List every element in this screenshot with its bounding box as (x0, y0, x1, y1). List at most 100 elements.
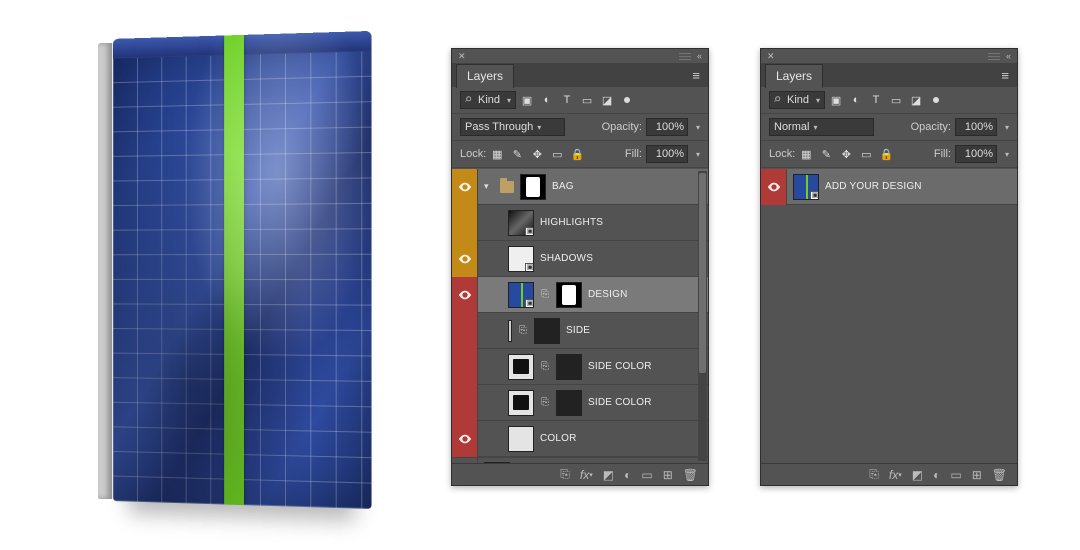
close-icon[interactable]: ✕ (767, 51, 775, 62)
scrollbar-thumb[interactable] (699, 173, 706, 373)
layer-color[interactable]: COLOR (452, 421, 708, 457)
panel-menu-icon[interactable]: ≡ (688, 66, 704, 85)
layer-effects-icon[interactable]: fx▾ (580, 468, 593, 482)
blend-mode-select[interactable]: Pass Through ▾ (460, 118, 565, 136)
visibility-toggle[interactable] (452, 277, 478, 313)
layer-thumbnail[interactable] (508, 354, 534, 380)
filter-type-icon[interactable]: T (560, 93, 574, 107)
panel-grip[interactable] (679, 52, 691, 60)
filter-adjustment-icon[interactable]: ◐ (540, 93, 554, 107)
lock-paint-icon[interactable]: ✎ (510, 147, 524, 161)
layer-side-color-1[interactable]: ⎘ SIDE COLOR (452, 349, 708, 385)
visibility-toggle[interactable] (452, 241, 478, 277)
layer-bag[interactable]: ▾ BAG (452, 169, 708, 205)
layer-side-color-2[interactable]: ⎘ SIDE COLOR (452, 385, 708, 421)
lock-position-icon[interactable]: ✥ (839, 147, 853, 161)
scrollbar[interactable] (698, 171, 707, 461)
blend-row: Normal ▾ Opacity: 100% ▾ (761, 114, 1017, 141)
lock-all-icon[interactable]: 🔒 (879, 147, 893, 161)
layer-side[interactable]: ⎘ SIDE (452, 313, 708, 349)
layer-thumbnail[interactable]: ▣ (508, 210, 534, 236)
fill-field[interactable]: 100% (955, 145, 997, 163)
layer-add-your-design[interactable]: ▣ ADD YOUR DESIGN (761, 169, 1017, 205)
mask-thumbnail[interactable] (556, 354, 582, 380)
kind-filter[interactable]: Kind ▾ (769, 91, 825, 109)
filter-shape-icon[interactable]: ▭ (580, 93, 594, 107)
visibility-toggle[interactable] (452, 169, 478, 205)
layer-effects-icon[interactable]: fx▾ (889, 468, 902, 482)
lock-transparency-icon[interactable]: ▦ (490, 147, 504, 161)
mask-thumbnail[interactable] (556, 282, 582, 308)
layer-thumbnail[interactable] (508, 426, 534, 452)
mask-thumbnail[interactable] (520, 174, 546, 200)
chevron-down-icon[interactable]: ▾ (696, 150, 700, 159)
lock-transparency-icon[interactable]: ▦ (799, 147, 813, 161)
filter-smart-icon[interactable]: ◪ (909, 93, 923, 107)
chevron-down-icon: ▾ (537, 123, 541, 132)
filter-smart-icon[interactable]: ◪ (600, 93, 614, 107)
layer-mask-icon[interactable]: ◩ (603, 468, 614, 482)
visibility-toggle[interactable] (452, 313, 478, 349)
tab-layers[interactable]: Layers (765, 64, 823, 88)
filter-type-icon[interactable]: T (869, 93, 883, 107)
link-layers-icon[interactable]: ⎘ (560, 467, 570, 482)
chevron-down-icon[interactable]: ▾ (1005, 123, 1009, 132)
visibility-toggle[interactable] (761, 169, 787, 205)
layer-thumbnail[interactable] (508, 320, 512, 342)
panel-menu-icon[interactable]: ≡ (997, 66, 1013, 85)
panel-footer: ⎘ fx▾ ◩ ◐ ▭ ⊞ 🗑 (452, 463, 708, 485)
chevron-down-icon[interactable]: ▾ (696, 123, 700, 132)
fill-label: Fill: (625, 148, 642, 160)
mask-thumbnail[interactable] (556, 390, 582, 416)
filter-pixel-icon[interactable]: ▣ (520, 93, 534, 107)
visibility-toggle[interactable] (452, 349, 478, 385)
delete-layer-icon[interactable]: 🗑 (992, 468, 1007, 482)
layer-mask-icon[interactable]: ◩ (912, 468, 923, 482)
collapse-icon[interactable]: « (697, 51, 702, 61)
filter-toggle[interactable] (933, 97, 939, 103)
lock-paint-icon[interactable]: ✎ (819, 147, 833, 161)
layer-thumbnail[interactable]: ▣ (793, 174, 819, 200)
panel-grip[interactable] (988, 52, 1000, 60)
link-layers-icon[interactable]: ⎘ (869, 467, 879, 482)
expand-toggle[interactable]: ▾ (484, 181, 494, 192)
filter-icons: ▣ ◐ T ▭ ◪ (829, 93, 939, 107)
new-group-icon[interactable]: ▭ (950, 468, 961, 482)
layer-shadows[interactable]: ▣ SHADOWS (452, 241, 708, 277)
filter-pixel-icon[interactable]: ▣ (829, 93, 843, 107)
opacity-field[interactable]: 100% (955, 118, 997, 136)
layer-thumbnail[interactable]: ▣ (508, 246, 534, 272)
fill-field[interactable]: 100% (646, 145, 688, 163)
visibility-toggle[interactable] (452, 385, 478, 421)
layer-thumbnail[interactable]: ▣ (508, 282, 534, 308)
filter-toggle[interactable] (624, 97, 630, 103)
lock-position-icon[interactable]: ✥ (530, 147, 544, 161)
new-layer-icon[interactable]: ⊞ (663, 468, 673, 482)
filter-shape-icon[interactable]: ▭ (889, 93, 903, 107)
link-icon: ⎘ (540, 289, 550, 300)
panel-titlebar[interactable]: ✕ « (761, 49, 1017, 63)
new-layer-icon[interactable]: ⊞ (972, 468, 982, 482)
panel-titlebar[interactable]: ✕ « (452, 49, 708, 63)
mask-thumbnail[interactable] (534, 318, 560, 344)
tab-layers[interactable]: Layers (456, 64, 514, 88)
opacity-field[interactable]: 100% (646, 118, 688, 136)
new-group-icon[interactable]: ▭ (641, 468, 652, 482)
adjustment-layer-icon[interactable]: ◐ (933, 468, 940, 482)
layer-thumbnail[interactable] (508, 390, 534, 416)
blend-mode-select[interactable]: Normal ▾ (769, 118, 874, 136)
chevron-down-icon[interactable]: ▾ (1005, 150, 1009, 159)
adjustment-layer-icon[interactable]: ◐ (624, 468, 631, 482)
layer-highlights[interactable]: ▣ HIGHLIGHTS (452, 205, 708, 241)
collapse-icon[interactable]: « (1006, 51, 1011, 61)
lock-artboard-icon[interactable]: ▭ (550, 147, 564, 161)
kind-filter[interactable]: Kind ▾ (460, 91, 516, 109)
close-icon[interactable]: ✕ (458, 51, 466, 62)
lock-all-icon[interactable]: 🔒 (570, 147, 584, 161)
filter-adjustment-icon[interactable]: ◐ (849, 93, 863, 107)
visibility-toggle[interactable] (452, 421, 478, 457)
lock-artboard-icon[interactable]: ▭ (859, 147, 873, 161)
visibility-toggle[interactable] (452, 205, 478, 241)
layer-design[interactable]: ▣ ⎘ DESIGN (452, 277, 708, 313)
delete-layer-icon[interactable]: 🗑 (683, 468, 698, 482)
